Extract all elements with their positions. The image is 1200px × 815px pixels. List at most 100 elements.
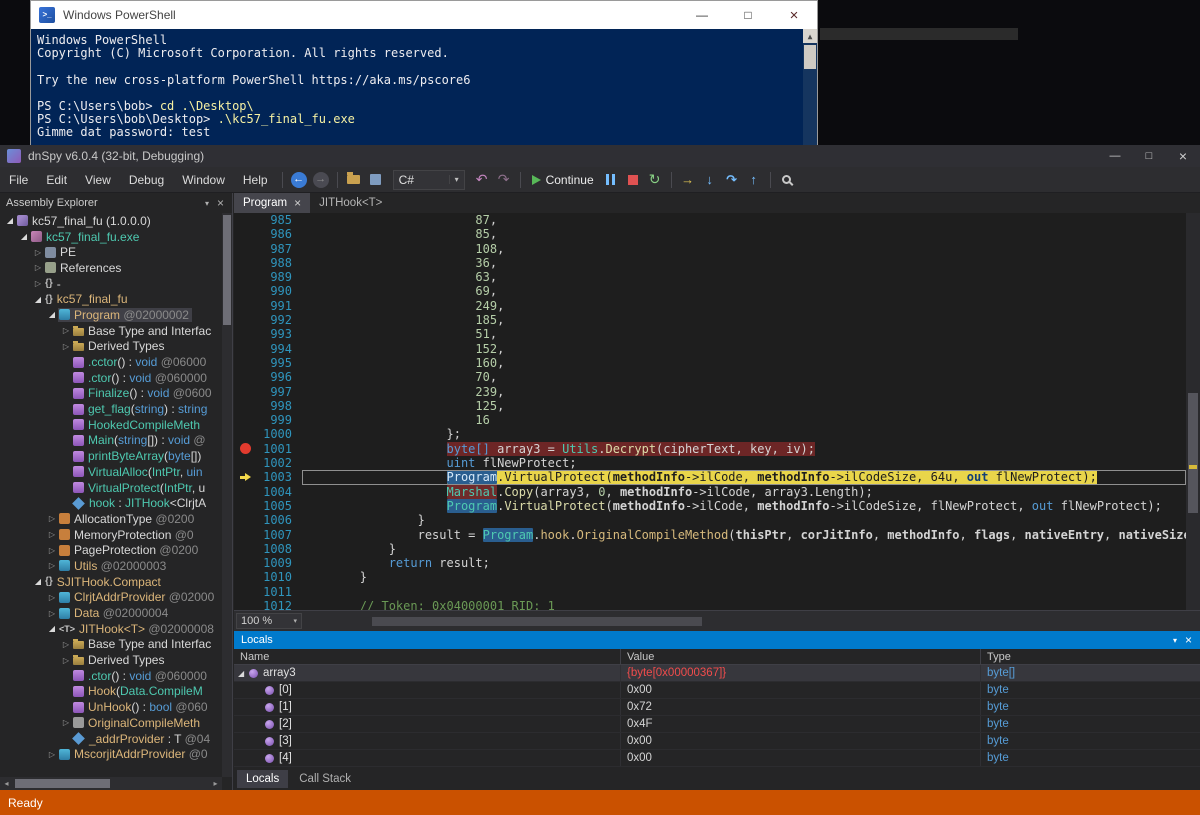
expander-icon[interactable]: ◢ — [46, 624, 58, 633]
locals-row[interactable]: ◢array3{byte[0x00000367]}byte[] — [234, 665, 1200, 682]
continue-button[interactable]: Continue — [532, 173, 594, 187]
code-text[interactable]: 239, — [302, 385, 1186, 399]
expander-icon[interactable]: ◢ — [4, 216, 16, 225]
tree-item[interactable]: .ctor() : void @060000 — [0, 668, 222, 684]
editor-horizontal-scrollbar-thumb[interactable] — [372, 617, 702, 626]
tree-item[interactable]: .cctor() : void @06000 — [0, 354, 222, 370]
tool-tab-locals[interactable]: Locals — [237, 770, 288, 788]
locals-row[interactable]: [0]0x00byte — [234, 682, 1200, 699]
locals-value-cell[interactable]: {byte[0x00000367]} — [621, 665, 981, 681]
expander-icon[interactable]: ▷ — [60, 342, 72, 351]
dnspy-titlebar[interactable]: dnSpy v6.0.4 (32-bit, Debugging) — □ × — [0, 145, 1200, 167]
code-text[interactable]: // Token: 0x04000001 RID: 1 — [302, 599, 1186, 610]
tree-item[interactable]: Main(string[]) : void @ — [0, 433, 222, 449]
expander-icon[interactable]: ▷ — [46, 593, 58, 602]
breakpoint-gutter[interactable] — [234, 513, 256, 527]
minimize-button[interactable]: — — [1098, 145, 1132, 167]
tree-item[interactable]: ▷Derived Types — [0, 339, 222, 355]
tree-item[interactable]: ◢<T>JITHook<T> @02000008 — [0, 621, 222, 637]
menu-view[interactable]: View — [76, 167, 120, 192]
breakpoint-gutter[interactable] — [234, 528, 256, 542]
tree-item[interactable]: printByteArray(byte[]) — [0, 448, 222, 464]
breakpoint-icon[interactable] — [240, 443, 251, 454]
expander-icon[interactable]: ◢ — [46, 310, 58, 319]
breakpoint-gutter[interactable] — [234, 499, 256, 513]
code-text[interactable]: } — [302, 513, 1186, 527]
code-text[interactable]: 152, — [302, 342, 1186, 356]
expander-icon[interactable]: ◢ — [32, 577, 44, 586]
code-text[interactable]: 70, — [302, 370, 1186, 384]
scrollbar-thumb[interactable] — [223, 215, 231, 325]
breakpoint-gutter[interactable] — [234, 242, 256, 256]
expander-icon[interactable]: ▷ — [46, 546, 58, 555]
column-header-value[interactable]: Value — [621, 649, 981, 665]
step-out-button[interactable]: ↑ — [743, 169, 765, 191]
column-header-type[interactable]: Type — [981, 649, 1200, 665]
tree-item[interactable]: ▷OriginalCompileMeth — [0, 715, 222, 731]
code-text[interactable]: return result; — [302, 556, 1186, 570]
locals-value-cell[interactable]: 0x00 — [621, 733, 981, 749]
close-icon[interactable]: × — [294, 196, 301, 210]
zoom-select[interactable]: 100 % ▾ — [236, 613, 302, 629]
locals-value-cell[interactable]: 0x72 — [621, 699, 981, 715]
breakpoint-gutter[interactable] — [234, 485, 256, 499]
code-text[interactable]: }; — [302, 427, 1186, 441]
breakpoint-gutter[interactable] — [234, 399, 256, 413]
tree-item[interactable]: ▷MemoryProtection @0 — [0, 527, 222, 543]
tree-item[interactable]: ▷MscorjitAddrProvider @0 — [0, 746, 222, 762]
breakpoint-gutter[interactable] — [234, 299, 256, 313]
open-button[interactable] — [343, 169, 365, 191]
expander-icon[interactable]: ◢ — [32, 295, 44, 304]
code-text[interactable]: 85, — [302, 227, 1186, 241]
tree-horizontal-scrollbar[interactable]: ◂ ▸ — [0, 777, 222, 790]
code-text[interactable]: Program.VirtualProtect(methodInfo->ilCod… — [302, 470, 1186, 484]
tab-jithook-t[interactable]: JITHook<T> — [310, 193, 391, 213]
code-text[interactable]: 87, — [302, 213, 1186, 227]
tree-item[interactable]: ▷Derived Types — [0, 652, 222, 668]
tree-item[interactable]: .ctor() : void @060000 — [0, 370, 222, 386]
code-text[interactable]: 36, — [302, 256, 1186, 270]
scroll-right-icon[interactable]: ▸ — [209, 779, 222, 788]
tree-item[interactable]: UnHook() : bool @060 — [0, 699, 222, 715]
show-next-statement-button[interactable]: → — [677, 169, 699, 191]
tree-item[interactable]: ◢{}SJITHook.Compact — [0, 574, 222, 590]
expander-icon[interactable]: ▷ — [46, 750, 58, 759]
step-into-button[interactable]: ↓ — [699, 169, 721, 191]
breakpoint-gutter[interactable] — [234, 356, 256, 370]
breakpoint-gutter[interactable] — [234, 470, 256, 484]
search-button[interactable] — [776, 169, 798, 191]
locals-value-cell[interactable]: 0x00 — [621, 750, 981, 766]
breakpoint-gutter[interactable] — [234, 213, 256, 227]
scrollbar-track[interactable] — [13, 779, 209, 788]
tree-item[interactable]: ◢kc57_final_fu (1.0.0.0) — [0, 213, 222, 229]
restart-button[interactable]: ↻ — [644, 169, 666, 191]
menu-edit[interactable]: Edit — [37, 167, 76, 192]
save-module-button[interactable] — [365, 169, 387, 191]
expander-icon[interactable]: ▷ — [46, 514, 58, 523]
breakpoint-gutter[interactable] — [234, 413, 256, 427]
expander-icon[interactable]: ▷ — [60, 656, 72, 665]
breakpoint-gutter[interactable] — [234, 456, 256, 470]
code-text[interactable]: 108, — [302, 242, 1186, 256]
console-scrollbar[interactable]: ▲ — [803, 29, 817, 145]
scroll-up-button[interactable]: ▲ — [803, 29, 817, 43]
code-text[interactable]: } — [302, 542, 1186, 556]
powershell-titlebar[interactable]: >_ Windows PowerShell — □ × — [31, 1, 817, 29]
expander-icon[interactable]: ▷ — [32, 263, 44, 272]
breakpoint-gutter[interactable] — [234, 585, 256, 599]
code-text[interactable]: 185, — [302, 313, 1186, 327]
tree-item[interactable]: ▷Utils @02000003 — [0, 558, 222, 574]
breakpoint-gutter[interactable] — [234, 570, 256, 584]
tree-item[interactable]: get_flag(string) : string — [0, 401, 222, 417]
break-button[interactable] — [600, 169, 622, 191]
menu-help[interactable]: Help — [234, 167, 277, 192]
locals-row[interactable]: [4]0x00byte — [234, 750, 1200, 767]
expander-icon[interactable]: ▷ — [46, 609, 58, 618]
breakpoint-gutter[interactable] — [234, 427, 256, 441]
menu-debug[interactable]: Debug — [120, 167, 173, 192]
expander-icon[interactable]: ◢ — [238, 669, 249, 678]
tool-tab-call-stack[interactable]: Call Stack — [290, 770, 360, 788]
close-button[interactable]: × — [1166, 145, 1200, 167]
locals-value-cell[interactable]: 0x00 — [621, 682, 981, 698]
pane-close-icon[interactable]: × — [1185, 633, 1200, 647]
